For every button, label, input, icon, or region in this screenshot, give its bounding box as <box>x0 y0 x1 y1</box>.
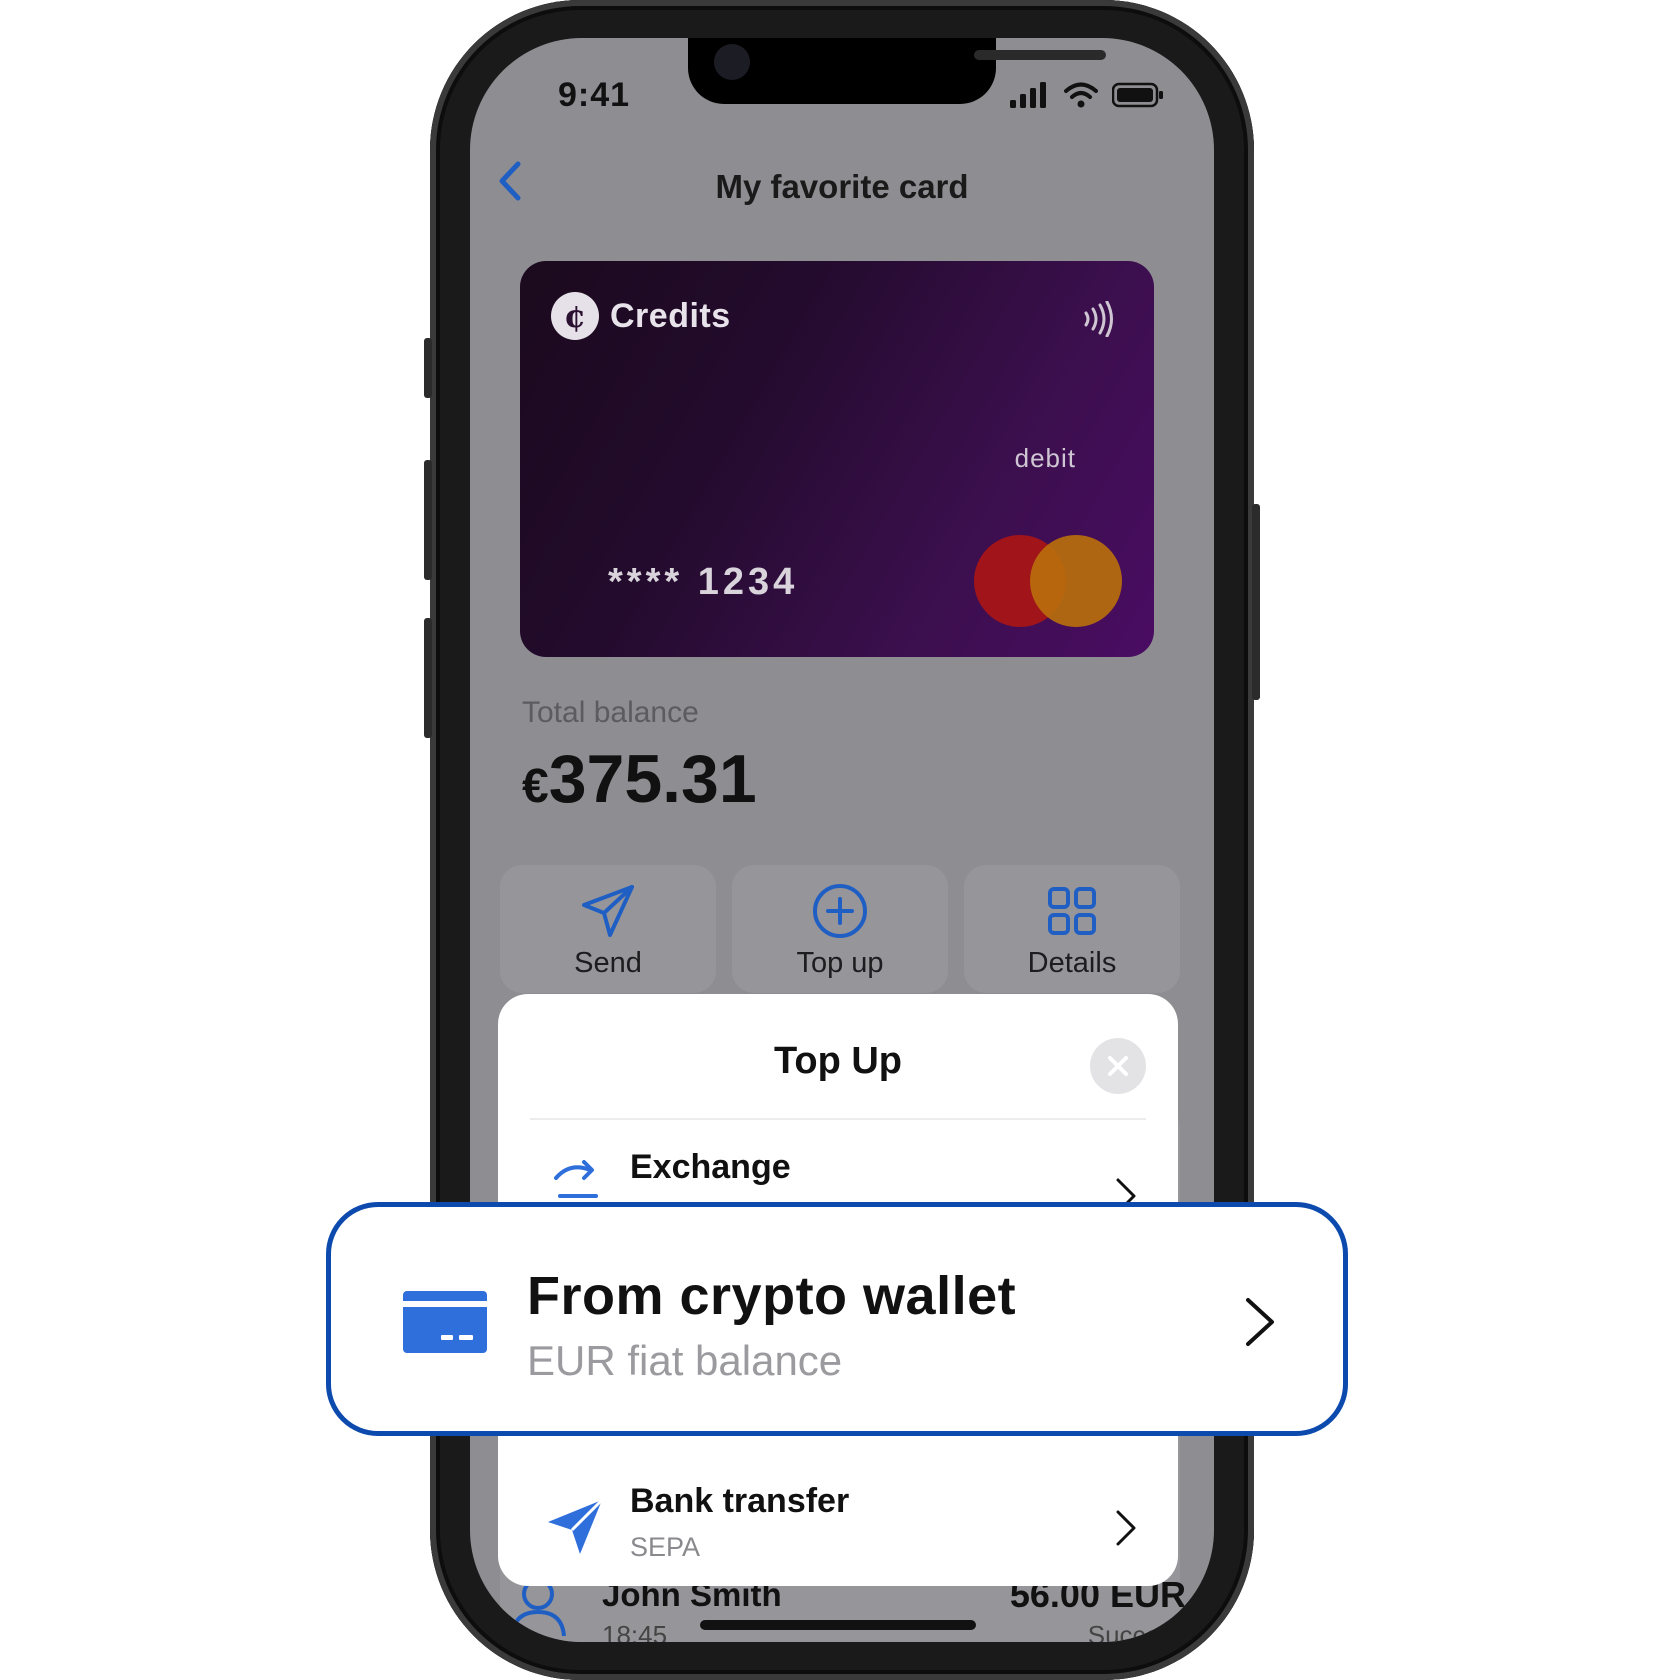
transaction-time: 18:45 <box>602 1620 668 1642</box>
card-number: **** 1234 <box>608 561 799 603</box>
mastercard-logo-icon <box>974 535 1122 627</box>
wifi-icon <box>1064 82 1098 108</box>
crypto-wallet-option-callout[interactable]: From crypto wallet EUR fiat balance <box>326 1202 1348 1436</box>
volume-down-button <box>424 618 432 738</box>
svg-text:¢: ¢ <box>564 297 586 335</box>
front-camera <box>714 44 750 80</box>
sheet-title: Top Up <box>773 1040 903 1082</box>
notch <box>688 38 1106 104</box>
chevron-right-icon <box>1116 1510 1136 1546</box>
signal-icon <box>1010 82 1046 108</box>
crypto-wallet-title: From crypto wallet <box>527 1266 1017 1326</box>
card-brand: Credits <box>610 296 731 335</box>
credits-logo-icon: ¢ <box>551 292 599 340</box>
top-up-label: Top up <box>796 947 884 979</box>
card-type: debit <box>1014 443 1076 473</box>
plus-circle-icon <box>813 884 867 938</box>
card-icon <box>403 1291 487 1353</box>
bank-transfer-title: Bank transfer <box>630 1482 850 1520</box>
contactless-icon <box>1084 301 1113 337</box>
grid-icon <box>1048 887 1096 935</box>
status-icons <box>1010 82 1164 108</box>
bank-transfer-subtitle: SEPA <box>630 1532 701 1562</box>
silent-switch <box>424 338 432 398</box>
power-button <box>1252 504 1260 700</box>
balance-label: Total balance <box>522 696 699 729</box>
speaker <box>974 50 1106 60</box>
sheet-divider <box>530 1118 1146 1120</box>
battery-icon <box>1112 82 1163 108</box>
balance-amount: 375.31 <box>548 741 757 817</box>
send-icon <box>548 1498 604 1554</box>
balance-value: €375.31 <box>522 740 757 818</box>
balance-currency: € <box>522 760 549 813</box>
top-up-button[interactable]: Top up <box>732 865 948 993</box>
details-label: Details <box>1027 947 1117 979</box>
send-icon <box>582 885 634 937</box>
action-buttons: Send Top up Details <box>500 865 1180 993</box>
close-icon <box>1108 1056 1128 1076</box>
send-label: Send <box>574 947 642 979</box>
bank-transfer-option[interactable]: Bank transfer SEPA <box>498 1472 1178 1582</box>
send-button[interactable]: Send <box>500 865 716 993</box>
volume-up-button <box>424 460 432 580</box>
crypto-wallet-subtitle: EUR fiat balance <box>527 1337 843 1384</box>
page-title: My favorite card <box>715 168 969 205</box>
exchange-icon <box>554 1160 598 1198</box>
home-indicator <box>700 1620 976 1630</box>
exchange-title: Exchange <box>630 1148 791 1186</box>
chevron-right-icon <box>1246 1298 1274 1346</box>
status-time: 9:41 <box>558 76 631 114</box>
card-logo: ¢ Credits <box>550 291 731 341</box>
details-button[interactable]: Details <box>964 865 1180 993</box>
mastercard-orange-circle <box>1030 535 1122 627</box>
debit-card[interactable]: ¢ Credits debit **** 1234 <box>520 261 1154 657</box>
transaction-status: Success <box>1087 1620 1186 1642</box>
close-button[interactable] <box>1090 1038 1146 1094</box>
